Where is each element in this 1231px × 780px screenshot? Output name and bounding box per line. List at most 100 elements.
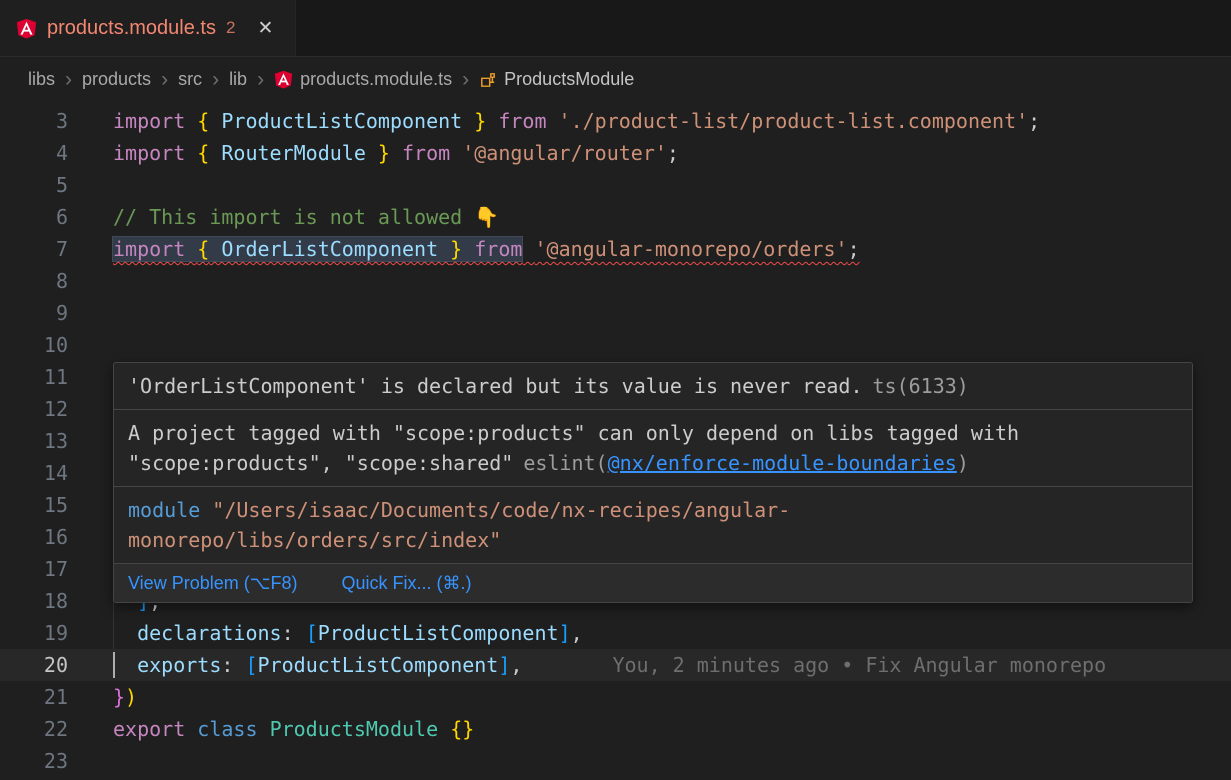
code-token: : [282, 621, 306, 645]
tab-title: products.module.ts [47, 17, 216, 40]
close-icon[interactable]: ✕ [253, 15, 277, 42]
hover-highlight-range: import { OrderListComponent } from [113, 237, 522, 261]
breadcrumb-item-file[interactable]: products.module.ts [274, 69, 452, 90]
line-number[interactable]: 16 [0, 521, 68, 553]
code-line: 19 declarations: [ProductListComponent], [0, 617, 1231, 649]
code-token: import [113, 109, 185, 133]
code-token: exports [137, 653, 221, 677]
line-number[interactable]: 23 [0, 745, 68, 777]
code-line-content[interactable]: import { ProductListComponent } from './… [113, 105, 1231, 137]
code-token: } [113, 685, 125, 709]
code-token: ; [848, 237, 860, 261]
angular-icon [16, 18, 37, 39]
breadcrumb-item-lib[interactable]: lib [229, 69, 247, 90]
code-token: ; [667, 141, 679, 165]
line-number[interactable]: 21 [0, 681, 68, 713]
breadcrumb: libs › products › src › lib › products.m… [0, 57, 1231, 102]
hover-module-info: module "/Users/isaac/Documents/code/nx-r… [114, 487, 1192, 563]
code-token [522, 237, 534, 261]
code-line-content[interactable]: import { OrderListComponent } from '@ang… [113, 233, 1231, 265]
breadcrumb-item-products[interactable]: products [82, 69, 151, 90]
error-squiggle: import { OrderListComponent } from '@ang… [113, 237, 860, 261]
code-line-content[interactable] [113, 169, 1231, 201]
line-number[interactable]: 12 [0, 393, 68, 425]
line-number[interactable]: 20 [0, 649, 68, 681]
code-line-content[interactable] [113, 297, 1231, 329]
chevron-right-icon: › [257, 69, 264, 90]
line-number[interactable]: 8 [0, 265, 68, 297]
code-token: export [113, 717, 185, 741]
code-token: { [197, 141, 209, 165]
hover-error-typescript: 'OrderListComponent' is declared but its… [114, 363, 1192, 409]
code-line-content[interactable]: export class ProductsModule {} [113, 713, 1231, 745]
line-number[interactable]: 17 [0, 553, 68, 585]
code-token [438, 717, 450, 741]
code-token: OrderListComponent [209, 237, 450, 261]
code-token [113, 653, 137, 677]
code-line-content[interactable] [113, 329, 1231, 361]
code-line-content[interactable] [113, 745, 1231, 777]
code-token: RouterModule [209, 141, 378, 165]
code-token [258, 717, 270, 741]
git-blame-annotation: You, 2 minutes ago • Fix Angular monorep… [612, 653, 1106, 677]
code-line-content[interactable]: // This import is not allowed 👇 [113, 201, 1231, 233]
module-keyword: module [128, 498, 200, 522]
line-number[interactable]: 19 [0, 617, 68, 649]
code-token: } [450, 237, 462, 261]
line-number[interactable]: 3 [0, 105, 68, 137]
code-editor: 3 import { ProductListComponent } from '.… [0, 102, 1231, 777]
code-token: from [390, 141, 462, 165]
code-token: [ [245, 653, 257, 677]
code-token: 👇 [474, 205, 499, 229]
code-token: ) [125, 685, 137, 709]
line-number[interactable]: 13 [0, 425, 68, 457]
breadcrumb-item-symbol[interactable]: ProductsModule [479, 69, 634, 90]
code-line-content[interactable]: declarations: [ProductListComponent], [113, 617, 1231, 649]
code-token: class [197, 717, 257, 741]
line-number[interactable]: 11 [0, 361, 68, 393]
code-token [185, 717, 197, 741]
code-token: } [474, 109, 486, 133]
eslint-source: eslint( [523, 451, 607, 475]
line-number[interactable]: 6 [0, 201, 68, 233]
code-token: { [197, 109, 209, 133]
error-code: ts(6133) [873, 374, 969, 398]
indent-guide [113, 617, 114, 649]
code-token: , [571, 621, 583, 645]
line-number[interactable]: 7 [0, 233, 68, 265]
breadcrumb-item-src[interactable]: src [178, 69, 202, 90]
line-number[interactable]: 22 [0, 713, 68, 745]
code-line: 5 [0, 169, 1231, 201]
line-number[interactable]: 5 [0, 169, 68, 201]
code-line-content[interactable] [113, 265, 1231, 297]
line-number[interactable]: 14 [0, 457, 68, 489]
code-token: '@angular-monorepo/orders' [534, 237, 847, 261]
code-line: 10 [0, 329, 1231, 361]
breadcrumb-item-libs[interactable]: libs [28, 69, 55, 90]
quick-fix-action[interactable]: Quick Fix... (⌘.) [341, 570, 471, 596]
line-number[interactable]: 9 [0, 297, 68, 329]
editor-tab-products-module[interactable]: products.module.ts 2 ✕ [0, 0, 296, 56]
code-token: './product-list/product-list.component' [559, 109, 1029, 133]
tab-bar: products.module.ts 2 ✕ [0, 0, 1231, 57]
line-number[interactable]: 18 [0, 585, 68, 617]
code-token: ; [1028, 109, 1040, 133]
chevron-right-icon: › [212, 69, 219, 90]
code-token: ] [559, 621, 571, 645]
code-line: 9 [0, 297, 1231, 329]
code-line: 6 // This import is not allowed 👇 [0, 201, 1231, 233]
eslint-rule-link[interactable]: @nx/enforce-module-boundaries [608, 451, 957, 475]
chevron-right-icon: › [161, 69, 168, 90]
line-number[interactable]: 10 [0, 329, 68, 361]
code-token: import [113, 141, 185, 165]
code-token: ProductListComponent [318, 621, 559, 645]
code-token [185, 141, 197, 165]
code-token: {} [450, 717, 474, 741]
code-line-content[interactable]: exports: [ProductListComponent],You, 2 m… [113, 649, 1231, 681]
code-line-content[interactable]: }) [113, 681, 1231, 713]
line-number[interactable]: 15 [0, 489, 68, 521]
error-message-line1: A project tagged with "scope:products" c… [128, 418, 1178, 448]
code-line-content[interactable]: import { RouterModule } from '@angular/r… [113, 137, 1231, 169]
view-problem-action[interactable]: View Problem (⌥F8) [128, 570, 297, 596]
line-number[interactable]: 4 [0, 137, 68, 169]
